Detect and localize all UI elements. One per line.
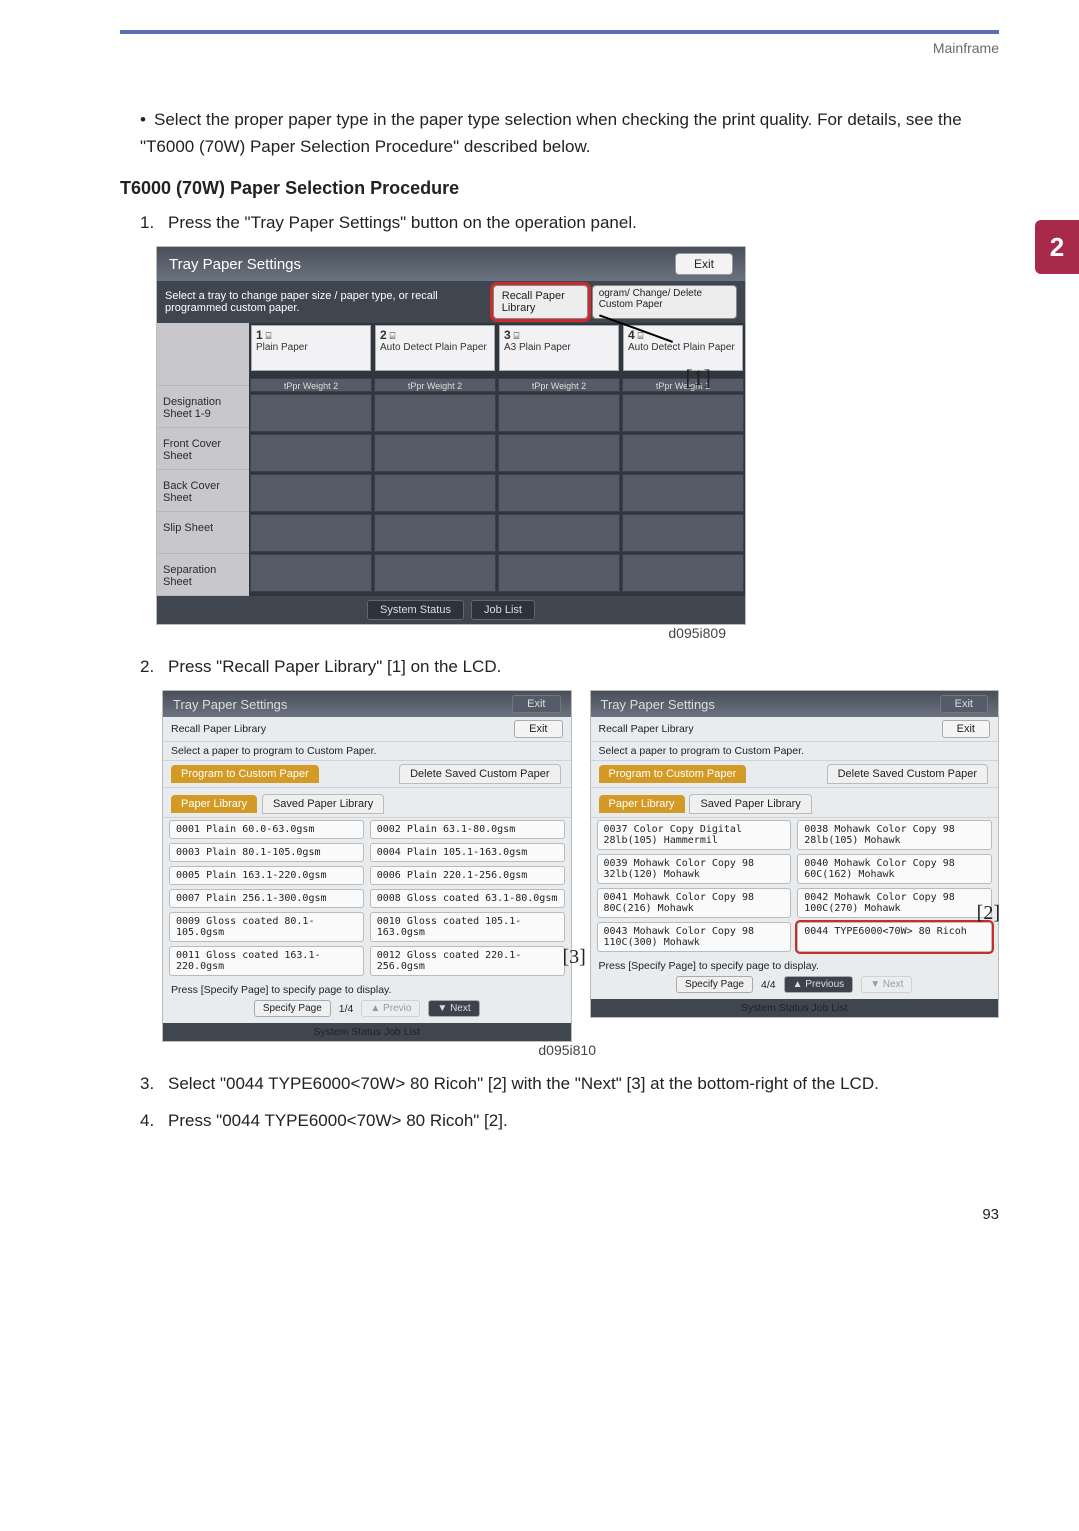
tab-paper-library[interactable]: Paper Library <box>599 795 685 813</box>
paper-option[interactable]: 0010 Gloss coated 105.1-163.0gsm <box>370 912 565 942</box>
callout-1: [1] <box>685 365 711 391</box>
step-1: 1.Press the "Tray Paper Settings" button… <box>140 209 999 238</box>
heading-procedure: T6000 (70W) Paper Selection Procedure <box>120 178 999 199</box>
job-list-button[interactable]: Job List <box>384 1026 420 1038</box>
tray-2-header[interactable]: 2 ⌸Auto Detect Plain Paper <box>375 325 495 371</box>
weight-cell: tPpr Weight 2 <box>374 378 496 392</box>
previous-button: ▲ Previo <box>361 1000 420 1017</box>
row-label: Separation Sheet <box>157 554 249 596</box>
paper-option[interactable]: 0003 Plain 80.1-105.0gsm <box>169 843 364 862</box>
weight-cell: tPpr Weight 2 <box>250 378 372 392</box>
paper-option[interactable]: 0002 Plain 63.1-80.0gsm <box>370 820 565 839</box>
paper-option[interactable]: 0043 Mohawk Color Copy 98 110C(300) Moha… <box>597 922 792 952</box>
breadcrumb: Mainframe <box>120 40 999 56</box>
job-list-button[interactable]: Job List <box>811 1002 847 1014</box>
paper-option[interactable]: 0039 Mohawk Color Copy 98 32lb(120) Moha… <box>597 854 792 884</box>
specify-page-label: Press [Specify Page] to specify page to … <box>171 984 563 996</box>
exit-button[interactable]: Exit <box>514 720 562 738</box>
job-list-button[interactable]: Job List <box>471 600 535 620</box>
paper-option[interactable]: 0004 Plain 105.1-163.0gsm <box>370 843 565 862</box>
callout-3: [3] <box>563 946 586 969</box>
delete-saved-custom-paper-button[interactable]: Delete Saved Custom Paper <box>827 764 988 784</box>
figure-caption: d095i810 <box>156 1042 596 1058</box>
page-indicator: 4/4 <box>761 979 776 991</box>
step-3: 3.Select "0044 TYPE6000<70W> 80 Ricoh" [… <box>140 1070 999 1099</box>
tab-saved-paper-library[interactable]: Saved Paper Library <box>689 794 811 814</box>
tray-1-header[interactable]: 1 ⌸Plain Paper <box>251 325 371 371</box>
system-status-button[interactable]: System Status <box>367 600 464 620</box>
specify-page-button[interactable]: Specify Page <box>676 976 753 993</box>
paper-option[interactable]: 0041 Mohawk Color Copy 98 80C(216) Mohaw… <box>597 888 792 918</box>
paper-option[interactable]: 0005 Plain 163.1-220.0gsm <box>169 866 364 885</box>
header-rule <box>120 30 999 34</box>
paper-option[interactable]: 0006 Plain 220.1-256.0gsm <box>370 866 565 885</box>
row-label: Back Cover Sheet <box>157 470 249 512</box>
step-4: 4.Press "0044 TYPE6000<70W> 80 Ricoh" [2… <box>140 1107 999 1136</box>
page-number: 93 <box>120 1206 999 1223</box>
program-custom-paper-button[interactable]: ogram/ Change/ Delete Custom Paper <box>592 285 737 319</box>
bullet-item: •Select the proper paper type in the pap… <box>140 106 999 160</box>
program-to-custom-paper-button[interactable]: Program to Custom Paper <box>171 765 319 783</box>
paper-option[interactable]: 0038 Mohawk Color Copy 98 28lb(105) Moha… <box>797 820 992 850</box>
row-label: Designation Sheet 1-9 <box>157 386 249 428</box>
paper-option[interactable]: 0008 Gloss coated 63.1-80.0gsm <box>370 889 565 908</box>
specify-page-label: Press [Specify Page] to specify page to … <box>599 960 991 972</box>
bullet-text: Select the proper paper type in the pape… <box>140 110 962 156</box>
dialog-title: Tray Paper Settings <box>173 697 287 712</box>
recall-label: Recall Paper Library <box>599 723 694 735</box>
program-to-custom-paper-button[interactable]: Program to Custom Paper <box>599 765 747 783</box>
paper-option[interactable]: 0001 Plain 60.0-63.0gsm <box>169 820 364 839</box>
next-button: ▼ Next <box>861 976 912 993</box>
row-label: Front Cover Sheet <box>157 428 249 470</box>
page-indicator: 1/4 <box>339 1003 354 1015</box>
paper-option[interactable]: 0011 Gloss coated 163.1-220.0gsm <box>169 946 364 976</box>
specify-page-button[interactable]: Specify Page <box>254 1000 331 1017</box>
figure-caption: d095i809 <box>156 625 746 641</box>
next-button[interactable]: ▼ Next <box>428 1000 479 1017</box>
weight-cell: tPpr Weight 2 <box>498 378 620 392</box>
paper-option[interactable]: 0007 Plain 256.1-300.0gsm <box>169 889 364 908</box>
tab-paper-library[interactable]: Paper Library <box>171 795 257 813</box>
paper-option[interactable]: 0009 Gloss coated 80.1-105.0gsm <box>169 912 364 942</box>
panel-left: Tray Paper Settings Exit Recall Paper Li… <box>162 690 572 1042</box>
exit-button[interactable]: Exit <box>512 695 560 713</box>
section-tab: 2 <box>1035 220 1079 274</box>
select-label: Select a paper to program to Custom Pape… <box>163 742 571 761</box>
paper-option[interactable]: 0037 Color Copy Digital 28lb(105) Hammer… <box>597 820 792 850</box>
paper-option[interactable]: 0012 Gloss coated 220.1-256.0gsm <box>370 946 565 976</box>
callout-2: [2] <box>977 902 1000 925</box>
previous-button[interactable]: ▲ Previous <box>784 976 854 993</box>
tab-saved-paper-library[interactable]: Saved Paper Library <box>262 794 384 814</box>
recall-label: Recall Paper Library <box>171 723 266 735</box>
dialog-title: Tray Paper Settings <box>601 697 715 712</box>
select-label: Select a paper to program to Custom Pape… <box>591 742 999 761</box>
row-label: Slip Sheet <box>157 512 249 554</box>
dialog-subtext: Select a tray to change paper size / pap… <box>165 290 493 314</box>
figure-tray-paper-settings: Tray Paper Settings Exit Select a tray t… <box>156 246 746 625</box>
exit-button[interactable]: Exit <box>675 253 733 275</box>
exit-button[interactable]: Exit <box>940 695 988 713</box>
weight-cell: tPpr Weight 2 <box>622 378 744 392</box>
panel-right: Tray Paper Settings Exit Recall Paper Li… <box>590 690 1000 1018</box>
system-status-button[interactable]: System Status <box>741 1002 809 1014</box>
paper-option[interactable]: 0042 Mohawk Color Copy 98 100C(270) Moha… <box>797 888 992 918</box>
exit-button[interactable]: Exit <box>942 720 990 738</box>
step-2: 2.Press "Recall Paper Library" [1] on th… <box>140 653 999 682</box>
paper-option[interactable]: 0044 TYPE6000<70W> 80 Ricoh <box>797 922 992 952</box>
recall-paper-library-button[interactable]: Recall Paper Library <box>493 285 588 319</box>
system-status-button[interactable]: System Status <box>313 1026 381 1038</box>
figure-recall-paper-library: Tray Paper Settings Exit Recall Paper Li… <box>162 690 999 1042</box>
delete-saved-custom-paper-button[interactable]: Delete Saved Custom Paper <box>399 764 560 784</box>
paper-option[interactable]: 0040 Mohawk Color Copy 98 60C(162) Mohaw… <box>797 854 992 884</box>
dialog-title: Tray Paper Settings <box>169 256 301 273</box>
